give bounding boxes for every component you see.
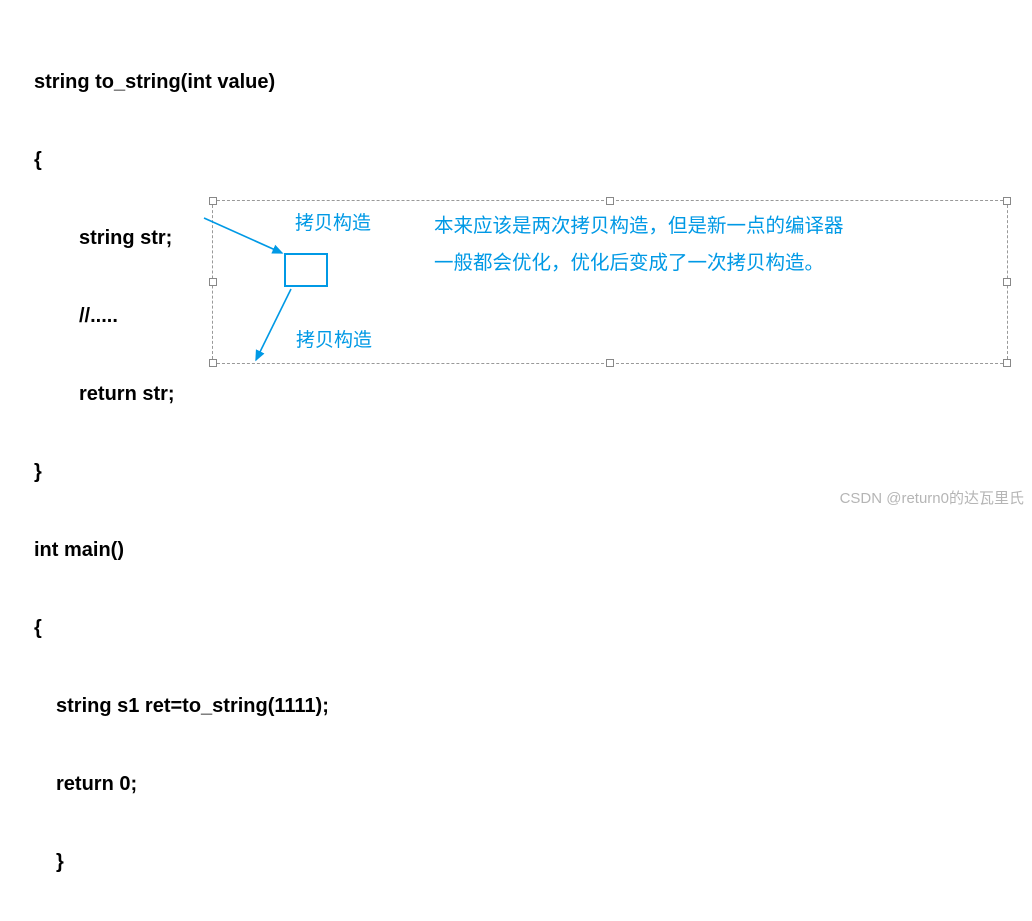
watermark: CSDN @return0的达瓦里氏 — [840, 487, 1024, 508]
code-line-6: } — [34, 453, 329, 492]
temp-object-box — [284, 253, 328, 287]
copy-construct-label-1: 拷贝构造 — [295, 208, 371, 235]
explanation-line-1: 本来应该是两次拷贝构造，但是新一点的编译器 — [434, 208, 844, 245]
resize-handle-ml[interactable] — [209, 278, 217, 286]
resize-handle-tl[interactable] — [209, 197, 217, 205]
resize-handle-bm[interactable] — [606, 359, 614, 367]
resize-handle-mr[interactable] — [1003, 278, 1011, 286]
explanation-text: 本来应该是两次拷贝构造，但是新一点的编译器 一般都会优化，优化后变成了一次拷贝构… — [434, 208, 844, 282]
resize-handle-tm[interactable] — [606, 197, 614, 205]
code-line-2: { — [34, 141, 329, 180]
code-block: string to_string(int value) { string str… — [34, 24, 329, 921]
code-line-10: return 0; — [34, 765, 329, 804]
resize-handle-bl[interactable] — [209, 359, 217, 367]
resize-handle-tr[interactable] — [1003, 197, 1011, 205]
code-line-9: string s1 ret=to_string(1111); — [34, 687, 329, 726]
code-line-5: return str; — [34, 375, 329, 414]
explanation-line-2: 一般都会优化，优化后变成了一次拷贝构造。 — [434, 245, 844, 282]
resize-handle-br[interactable] — [1003, 359, 1011, 367]
code-line-8: { — [34, 609, 329, 648]
code-line-7: int main() — [34, 531, 329, 570]
code-line-11: } — [34, 843, 329, 882]
copy-construct-label-2: 拷贝构造 — [296, 325, 372, 352]
code-line-1: string to_string(int value) — [34, 63, 329, 102]
